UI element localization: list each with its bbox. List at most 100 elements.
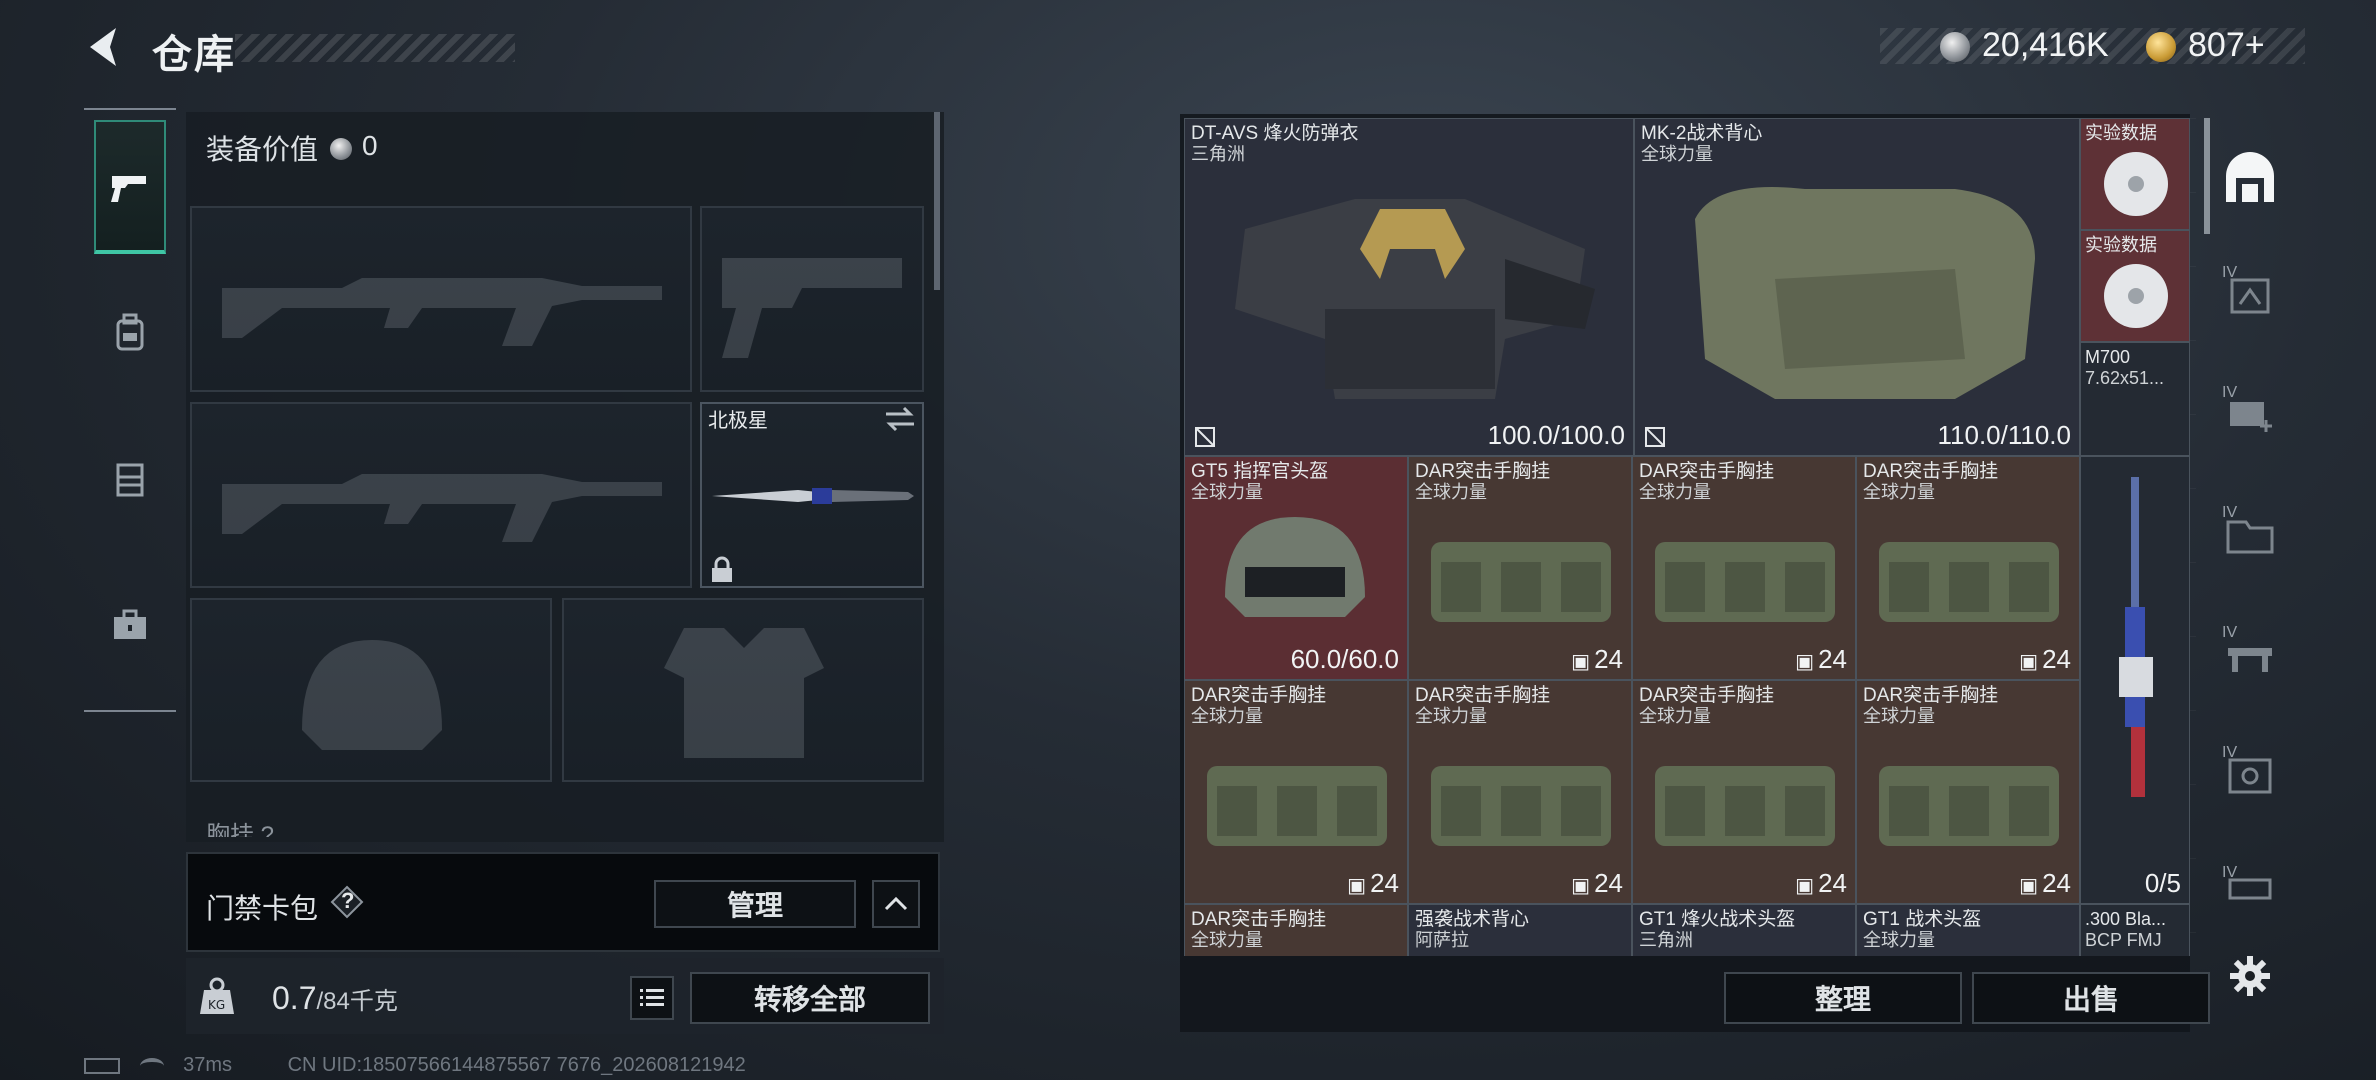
stash-item[interactable]: DAR突击手胸挂 全球力量 ▣ 24 [1856, 456, 2080, 680]
stash-item[interactable]: DAR突击手胸挂 全球力量 ▣ 24 [1184, 680, 1408, 904]
medical-upgrade-button[interactable]: IV [2218, 382, 2282, 446]
knife-icon [712, 488, 914, 504]
chest-rig-image [1655, 542, 1835, 622]
item-count: ▣ 24 [2019, 868, 2071, 899]
armor-slot[interactable] [562, 598, 924, 782]
item-name: DAR突击手胸挂 [1639, 685, 1775, 706]
safe-upgrade-button[interactable]: IV [2218, 742, 2282, 806]
tab-backpack[interactable] [94, 266, 166, 400]
item-name: M700 [2085, 347, 2131, 367]
chest-rig-image [1431, 542, 1611, 622]
stash-item[interactable]: GT1 战术头盔 全球力量 [1856, 904, 2080, 956]
stash-item[interactable]: MK-2战术背心 全球力量 110.0/110.0 [1634, 118, 2080, 456]
level-label: IV [2222, 264, 2238, 281]
card-bag-label: 门禁卡包 [206, 893, 319, 924]
weight-max: /84千克 [316, 988, 398, 1015]
rig-capacity-icon: ▣ [1571, 875, 1591, 897]
item-count-value: 24 [1594, 644, 1623, 674]
item-count-value: 24 [1370, 868, 1399, 898]
svg-text:KG: KG [208, 998, 225, 1012]
stash-item[interactable]: 实验数据 [2080, 118, 2190, 230]
gold-currency-amount[interactable]: 807+ [2188, 26, 2265, 65]
back-arrow-icon[interactable] [80, 22, 130, 72]
item-source: 全球力量 [1191, 706, 1263, 726]
gear-icon[interactable] [2228, 954, 2272, 998]
help-glyph: ? [341, 888, 355, 913]
melee-name: 北极星 [708, 410, 768, 432]
upgrade-button[interactable]: IV [2218, 262, 2282, 326]
equipment-value: 0 [362, 130, 378, 161]
stash-item[interactable]: GT5 指挥官头盔 全球力量 60.0/60.0 [1184, 456, 1408, 680]
stash-home-button[interactable] [2218, 148, 2282, 212]
secondary-weapon-slot[interactable] [700, 206, 924, 392]
bench-upgrade-button[interactable]: IV [2218, 622, 2282, 686]
item-count: ▣ 24 [2019, 644, 2071, 675]
tab-rig[interactable] [94, 412, 166, 546]
title-decoration [235, 34, 515, 62]
chest-rig-image [1431, 766, 1611, 846]
item-name: DAR突击手胸挂 [1863, 461, 1999, 482]
stash-grid: DT-AVS 烽火防弹衣 三角洲 100.0/100.0 MK-2战术背心 全球… [1184, 118, 2196, 956]
loadout-scrollbar[interactable] [934, 112, 940, 290]
user-uid: CN UID:18507566144875567 7676_2026081219… [287, 1054, 746, 1076]
item-source: 全球力量 [1415, 706, 1487, 726]
item-name: 实验数据 [2085, 235, 2157, 255]
stash-item[interactable]: DAR突击手胸挂 全球力量 ▣ 24 [1856, 680, 2080, 904]
status-bar: 37ms CN UID:18507566144875567 7676_20260… [84, 1054, 746, 1077]
stash-item[interactable]: DAR突击手胸挂 全球力量 ▣ 24 [1408, 456, 1632, 680]
silver-coin-icon [330, 138, 352, 160]
collapse-button[interactable] [872, 880, 920, 928]
item-source: 三角洲 [1639, 930, 1693, 950]
item-name: DAR突击手胸挂 [1863, 685, 1999, 706]
stash-item[interactable]: DAR突击手胸挂 全球力量 [1184, 904, 1408, 956]
secondary-rifle-slot[interactable] [190, 402, 692, 588]
rig-capacity-icon: ▣ [2019, 875, 2039, 897]
primary-weapon-slot[interactable] [190, 206, 692, 392]
item-count-value: 24 [2042, 644, 2071, 674]
stash-item[interactable]: .300 Bla... BCP FMJ [2080, 904, 2190, 956]
rig-capacity-icon: ▣ [1571, 651, 1591, 673]
help-icon[interactable]: ? [330, 885, 364, 919]
stash-item[interactable]: 强袭战术背心 阿萨拉 [1408, 904, 1632, 956]
stash-item[interactable]: GT1 烽火战术头盔 三角洲 [1632, 904, 1856, 956]
item-source: 全球力量 [1191, 482, 1263, 502]
manage-button[interactable]: 管理 [654, 880, 856, 928]
item-count: ▣ 24 [1795, 868, 1847, 899]
list-view-button[interactable] [630, 976, 674, 1020]
stash-item[interactable]: DAR突击手胸挂 全球力量 ▣ 24 [1632, 680, 1856, 904]
tab-weapons[interactable] [94, 120, 166, 254]
level-label: IV [2222, 864, 2238, 881]
stash-item[interactable]: M700 7.62x51... [2080, 342, 2190, 456]
ping-value: 37ms [183, 1054, 233, 1076]
folder-upgrade-button[interactable]: IV [2218, 502, 2282, 566]
no-insure-icon [1645, 427, 1665, 447]
swap-arrows-icon[interactable] [884, 406, 916, 432]
rig-capacity-icon: ▣ [1795, 651, 1815, 673]
silver-currency-amount: 20,416K [1982, 26, 2109, 64]
sniper-rifle-image [2119, 477, 2153, 797]
stash-scrollbar[interactable] [2204, 118, 2210, 234]
item-source: 全球力量 [1639, 482, 1711, 502]
helmet-slot[interactable] [190, 598, 552, 782]
item-name: DAR突击手胸挂 [1191, 685, 1327, 706]
list-icon [640, 989, 664, 1006]
stash-item[interactable]: 0/5 [2080, 456, 2190, 904]
wifi-icon [139, 1057, 164, 1074]
item-source: BCP FMJ [2085, 930, 2162, 950]
chest-rig-image [1655, 766, 1835, 846]
workshop-upgrade-button[interactable]: IV [2218, 862, 2282, 926]
pistol-silhouette-icon [722, 258, 902, 358]
stash-item[interactable]: DT-AVS 烽火防弹衣 三角洲 100.0/100.0 [1184, 118, 1634, 456]
backpack-icon [116, 313, 144, 351]
tab-case[interactable] [94, 558, 166, 692]
sort-button[interactable]: 整理 [1724, 972, 1962, 1024]
stash-item[interactable]: DAR突击手胸挂 全球力量 ▣ 24 [1632, 456, 1856, 680]
stash-item[interactable]: 实验数据 [2080, 230, 2190, 342]
stash-item[interactable]: DAR突击手胸挂 全球力量 ▣ 24 [1408, 680, 1632, 904]
item-source: 全球力量 [1863, 482, 1935, 502]
transfer-all-button[interactable]: 转移全部 [690, 972, 930, 1024]
item-durability: 100.0/100.0 [1487, 420, 1625, 450]
helmet-silhouette-icon [302, 640, 442, 750]
sell-button[interactable]: 出售 [1972, 972, 2210, 1024]
item-name: GT1 战术头盔 [1863, 909, 1982, 930]
